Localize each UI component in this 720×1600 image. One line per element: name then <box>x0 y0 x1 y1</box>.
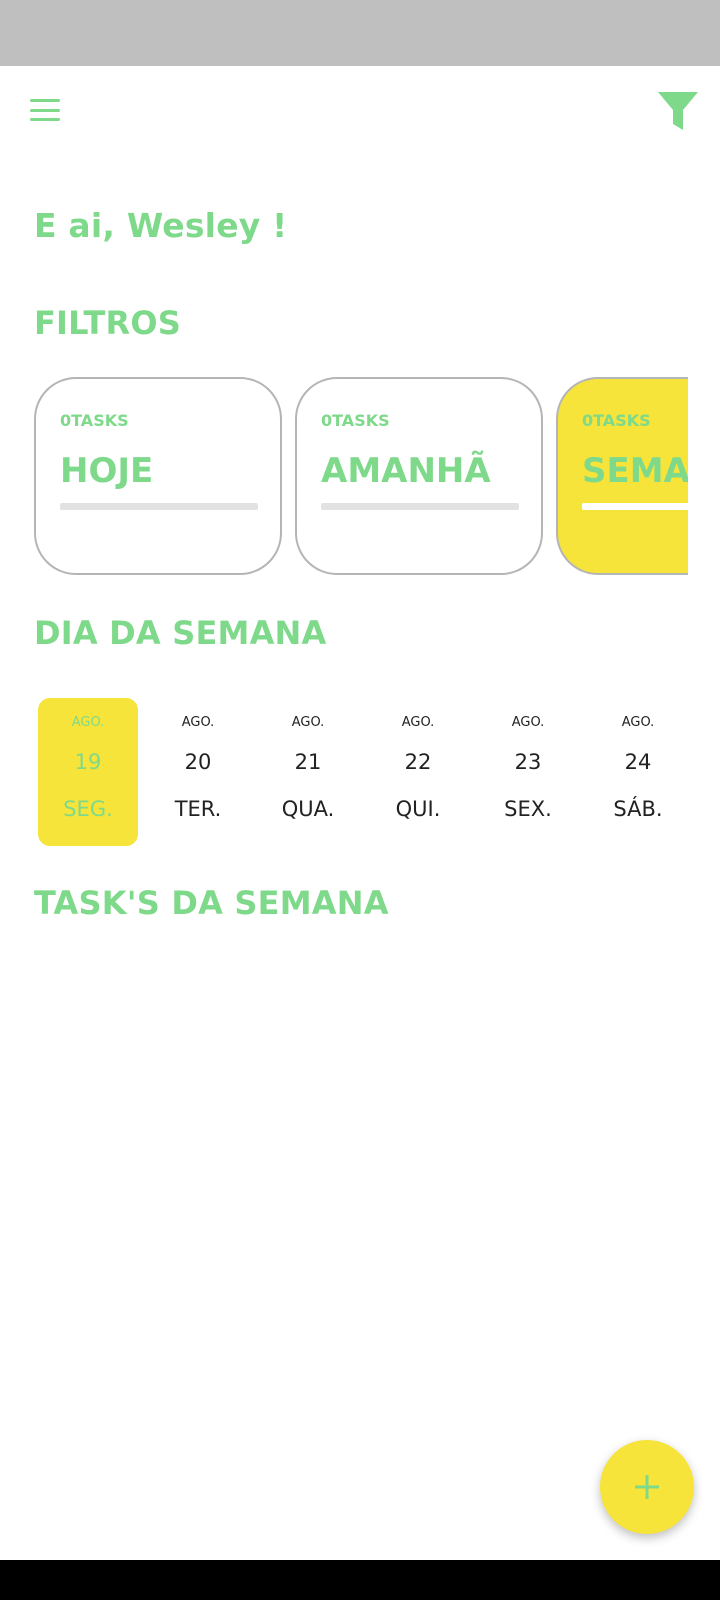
filter-card-progress-bar <box>60 503 258 510</box>
day-month: AGO. <box>401 715 435 730</box>
menu-button[interactable] <box>28 96 64 124</box>
menu-icon-line <box>30 108 60 112</box>
filter-card-amanha[interactable]: 0TASKS AMANHÃ <box>295 377 543 575</box>
day-item[interactable]: AGO. 23 SEX. <box>478 698 578 846</box>
menu-icon-line <box>30 118 60 121</box>
plus-icon <box>635 1475 659 1499</box>
filter-button[interactable] <box>656 90 704 134</box>
status-bar <box>0 0 720 66</box>
greeting-text: E ai, Wesley ! <box>34 206 288 245</box>
day-item[interactable]: AGO. 20 TER. <box>148 698 248 846</box>
filter-card-label: HOJE <box>60 451 154 491</box>
day-item[interactable]: AGO. 19 SEG. <box>38 698 138 846</box>
add-task-button[interactable] <box>600 1440 694 1534</box>
day-number: 19 <box>74 750 102 774</box>
day-weekday: SEX. <box>504 797 552 821</box>
filter-card-count: 0TASKS <box>321 411 390 430</box>
day-number: 23 <box>514 750 542 774</box>
day-number: 20 <box>184 750 212 774</box>
filter-card-hoje[interactable]: 0TASKS HOJE <box>34 377 282 575</box>
filter-card-semana[interactable]: 0TASKS SEMANA <box>556 377 688 575</box>
menu-icon-line <box>30 99 60 102</box>
day-month: AGO. <box>291 715 325 730</box>
filter-card-count: 0TASKS <box>60 411 129 430</box>
day-month: AGO. <box>621 715 655 730</box>
day-item[interactable]: AGO. 24 SÁB. <box>588 698 688 846</box>
filter-icon <box>658 92 698 130</box>
weekday-title: DIA DA SEMANA <box>34 614 327 652</box>
filters-title: FILTROS <box>34 304 181 342</box>
tasks-title: TASK'S DA SEMANA <box>34 884 389 922</box>
day-month: AGO. <box>181 715 215 730</box>
filter-card-label: SEMANA <box>582 451 688 491</box>
filter-card-progress-bar <box>321 503 519 510</box>
day-weekday: QUI. <box>395 797 441 821</box>
day-number: 22 <box>404 750 432 774</box>
filter-card-progress-bar <box>582 503 688 510</box>
weekday-selector: AGO. 19 SEG. AGO. 20 TER. AGO. 21 QUA. A… <box>38 698 698 848</box>
day-weekday: TER. <box>174 797 222 821</box>
day-item[interactable]: AGO. 21 QUA. <box>258 698 358 846</box>
filters-carousel[interactable]: 0TASKS HOJE 0TASKS AMANHÃ 0TASKS SEMANA <box>34 377 688 577</box>
day-weekday: SEG. <box>63 797 113 821</box>
day-weekday: QUA. <box>281 797 335 821</box>
day-weekday: SÁB. <box>613 797 663 821</box>
day-month: AGO. <box>511 715 545 730</box>
filter-card-count: 0TASKS <box>582 411 651 430</box>
day-number: 24 <box>624 750 652 774</box>
day-item[interactable]: AGO. 22 QUI. <box>368 698 468 846</box>
app-screen: E ai, Wesley ! FILTROS 0TASKS HOJE 0TASK… <box>0 66 720 1560</box>
day-month: AGO. <box>71 715 105 730</box>
day-number: 21 <box>294 750 322 774</box>
filter-card-label: AMANHÃ <box>321 451 491 491</box>
navigation-bar <box>0 1560 720 1600</box>
